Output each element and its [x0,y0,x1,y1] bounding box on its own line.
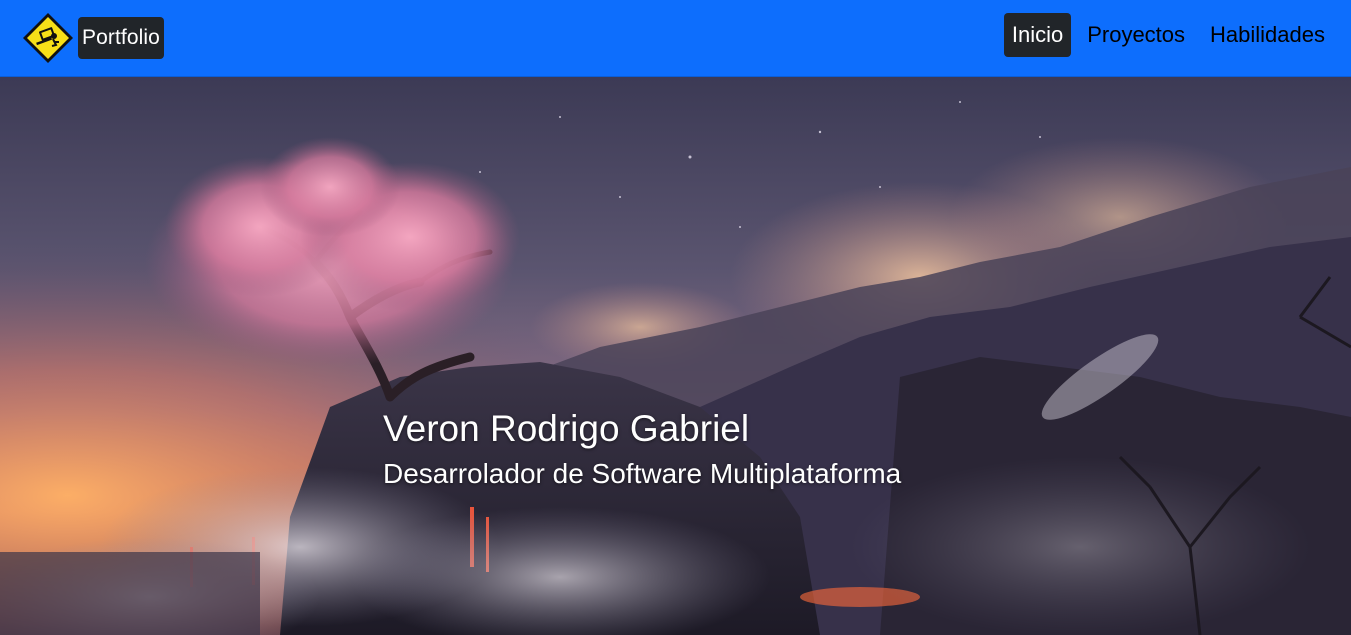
nav-link-habilidades[interactable]: Habilidades [1202,13,1333,57]
hero-role: Desarrolador de Software Multiplataforma [383,458,902,489]
nav-link-inicio[interactable]: Inicio [1003,12,1072,57]
nav-link-proyectos[interactable]: Proyectos [1079,13,1193,57]
hero-background-image [0,77,1351,635]
hero-section: Veron Rodrigo Gabriel Desarrolador de So… [0,77,1351,635]
developer-laptop-diamond-icon [23,13,73,63]
navbar: Portfolio Inicio Proyectos Habilidades [0,0,1351,77]
hero-text: Veron Rodrigo Gabriel Desarrolador de So… [383,407,901,491]
hero-name: Veron Rodrigo Gabriel [383,408,750,449]
nav-links: Inicio Proyectos Habilidades [1003,12,1351,57]
brand-link[interactable]: Portfolio [22,12,164,64]
brand-label: Portfolio [78,17,164,59]
